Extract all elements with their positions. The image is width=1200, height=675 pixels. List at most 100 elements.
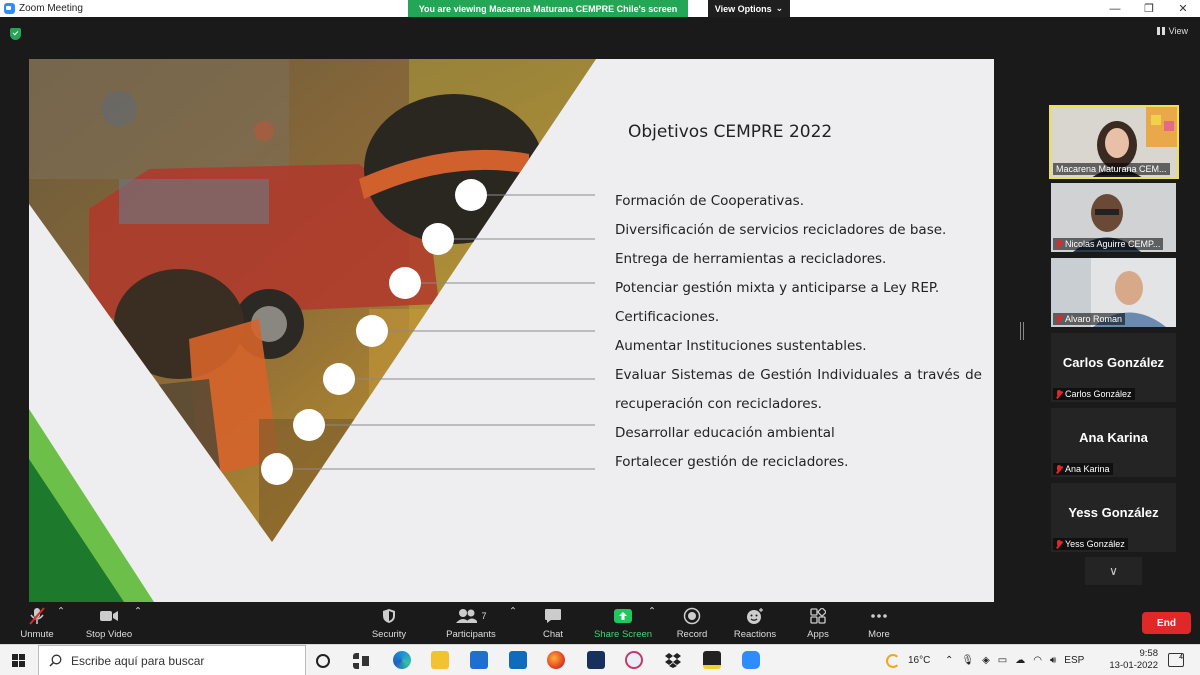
participants-button[interactable]: 7 Participants (444, 606, 498, 640)
view-options-button[interactable]: View Options ⌄ (708, 0, 790, 17)
participant-name: Carlos González (1053, 388, 1135, 400)
dropbox-icon[interactable] (664, 651, 682, 669)
viewing-banner: You are viewing Macarena Maturana CEMPRE… (408, 0, 688, 17)
security-label: Security (371, 629, 407, 640)
microphone-muted-icon (1056, 389, 1062, 399)
chat-label: Chat (542, 629, 564, 640)
video-options-caret[interactable]: ⌃ (134, 606, 142, 617)
window-controls: — ❐ ✕ (1098, 0, 1200, 17)
cortana-icon[interactable] (316, 654, 330, 668)
view-button[interactable]: View (1156, 26, 1188, 36)
weather-temperature: 16°C (908, 655, 931, 666)
stop-video-label: Stop Video (85, 629, 133, 640)
minimize-button[interactable]: — (1098, 0, 1132, 17)
show-hidden-icons-chevron-icon[interactable]: ⌃ (945, 655, 953, 666)
participant-name: Nicolas Aguirre CEMP... (1053, 238, 1164, 250)
microphone-icon[interactable]: 🎙︎ (961, 655, 974, 666)
participant-tile[interactable]: Ana Karina Ana Karina (1051, 408, 1176, 477)
microsoft-store-icon[interactable] (470, 651, 488, 669)
participant-tile[interactable]: Macarena Maturana CEM... (1049, 105, 1179, 179)
panel-resize-handle[interactable] (1020, 322, 1024, 340)
participant-display-name: Ana Karina (1079, 430, 1148, 445)
participant-name: Alvaro Roman (1053, 313, 1126, 325)
microphone-muted-icon (1056, 314, 1062, 324)
participant-tile[interactable]: Yess González Yess González (1051, 483, 1176, 552)
view-options-label: View Options (714, 3, 772, 14)
photo-triangle (29, 59, 596, 542)
weather-widget[interactable]: 16°C (886, 645, 930, 675)
cloud-icon[interactable]: ☁︎ (1015, 655, 1025, 666)
close-button[interactable]: ✕ (1166, 0, 1200, 17)
slide-bullet: Certificaciones. (615, 309, 720, 325)
unmute-button[interactable]: Unmute (16, 606, 58, 640)
participant-tile[interactable]: Carlos González Carlos González (1051, 333, 1176, 402)
taskbar-clock[interactable]: 9:58 13-01-2022 (1100, 648, 1158, 672)
battery-icon[interactable]: ▭ (998, 655, 1007, 666)
security-button[interactable]: Security (368, 606, 410, 640)
notification-count: 4 (1179, 654, 1183, 661)
participants-icon: 7 (455, 606, 487, 626)
system-tray: ⌃ 🎙︎ ◈ ▭ ☁︎ ◠ 🔊︎ ESP (945, 645, 1084, 675)
participant-tile[interactable]: Alvaro Roman (1051, 258, 1176, 327)
scroll-down-button[interactable]: ∨ (1085, 557, 1142, 585)
sticky-notes-icon[interactable] (703, 651, 721, 669)
zoom-logo-icon (4, 3, 15, 14)
edge-browser-icon[interactable] (393, 651, 411, 669)
record-button[interactable]: Record (675, 606, 709, 640)
reactions-label: Reactions (733, 629, 777, 640)
apps-button[interactable]: Apps (803, 606, 833, 640)
taskbar-search-box[interactable]: Escribe aquí para buscar (38, 645, 306, 675)
windows-taskbar: Escribe aquí para buscar 16°C ⌃ 🎙︎ ◈ ▭ ☁… (0, 644, 1200, 675)
participant-name: Macarena Maturana CEM... (1053, 163, 1170, 175)
maximize-button[interactable]: ❐ (1132, 0, 1166, 17)
participants-options-caret[interactable]: ⌃ (509, 606, 517, 617)
microphone-muted-icon (1056, 464, 1062, 474)
zoom-taskbar-icon[interactable] (742, 651, 760, 669)
reactions-button[interactable]: Reactions (732, 606, 778, 640)
share-options-caret[interactable]: ⌃ (648, 606, 656, 617)
view-button-label: View (1168, 26, 1188, 36)
mail-icon[interactable] (509, 651, 527, 669)
participant-name: Ana Karina (1053, 463, 1113, 475)
participant-tile[interactable]: Nicolas Aguirre CEMP... (1051, 183, 1176, 252)
volume-icon[interactable]: 🔊︎ (1050, 655, 1056, 666)
encryption-shield-icon[interactable] (10, 28, 21, 40)
notification-center-icon[interactable]: 4 (1168, 653, 1184, 667)
security-shield-icon (382, 606, 396, 626)
apps-icon (810, 606, 826, 626)
more-dots-icon (870, 606, 888, 626)
language-indicator[interactable]: ESP (1064, 655, 1084, 666)
slide-bullet: Entrega de herramientas a recicladores. (615, 251, 887, 267)
reader-app-icon[interactable] (587, 651, 605, 669)
microphone-muted-icon (1056, 539, 1062, 549)
chat-button[interactable]: Chat (538, 606, 568, 640)
snipping-tool-icon[interactable] (625, 651, 643, 669)
slide-bullet: Desarrollar educación ambiental (615, 425, 835, 441)
share-screen-label: Share Screen (593, 629, 653, 640)
video-camera-icon (99, 606, 119, 626)
wifi-icon[interactable]: ◠ (1033, 655, 1042, 666)
windows-start-icon[interactable] (12, 654, 25, 667)
slide-bullet: Formación de Cooperativas. (615, 193, 804, 209)
task-view-icon[interactable] (353, 653, 369, 669)
slide-bullet: Potenciar gestión mixta y anticiparse a … (615, 280, 940, 296)
firefox-icon[interactable] (547, 651, 565, 669)
stop-video-button[interactable]: Stop Video (83, 606, 135, 640)
end-meeting-button[interactable]: End (1142, 612, 1191, 634)
more-button[interactable]: More (864, 606, 894, 640)
search-placeholder: Escribe aquí para buscar (71, 653, 205, 668)
security-icon[interactable]: ◈ (982, 655, 990, 666)
participants-count: 7 (481, 611, 487, 621)
apps-label: Apps (807, 629, 829, 640)
shared-slide: Objetivos CEMPRE 2022 Formación de Coope… (29, 59, 994, 602)
chevron-down-icon: ⌄ (775, 3, 784, 13)
chat-bubble-icon (544, 606, 562, 626)
share-screen-button[interactable]: Share Screen (592, 606, 654, 640)
audio-options-caret[interactable]: ⌃ (57, 606, 65, 617)
grid-icon (1156, 27, 1165, 35)
clock-date: 13-01-2022 (1109, 660, 1158, 671)
file-explorer-icon[interactable] (431, 651, 449, 669)
chevron-down-icon: ∨ (1109, 564, 1118, 578)
record-label: Record (676, 629, 708, 640)
slide-bullet: Fortalecer gestión de recicladores. (615, 454, 849, 470)
